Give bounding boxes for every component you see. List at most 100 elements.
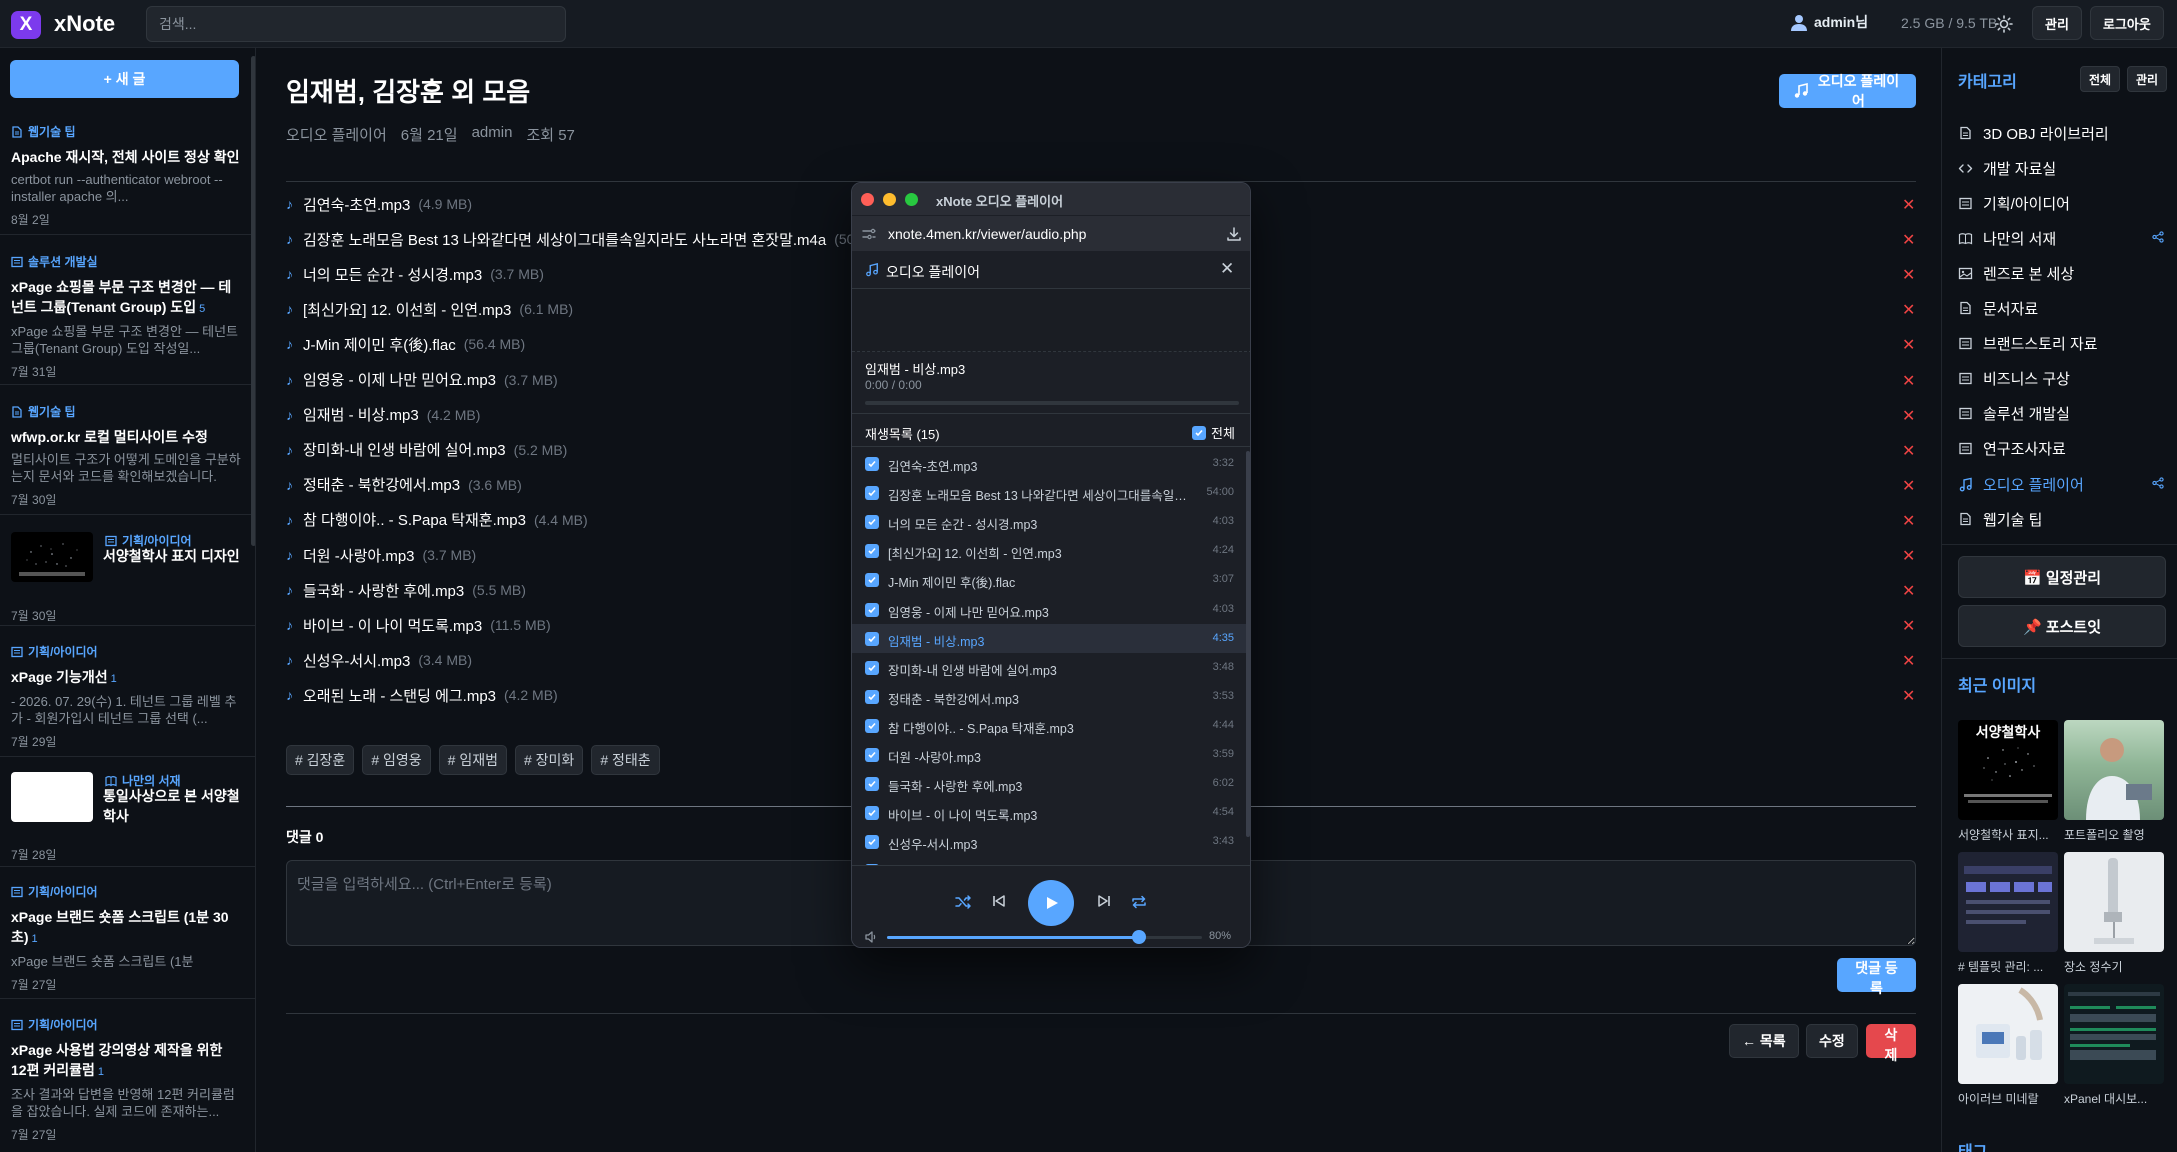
attachment-name[interactable]: 김연숙-초연.mp3 xyxy=(303,194,410,215)
post-category-link[interactable]: 오디오 플레이어 xyxy=(286,124,387,145)
window-maximize-dot[interactable] xyxy=(905,193,918,206)
volume-knob[interactable] xyxy=(1132,930,1146,944)
playlist-item[interactable]: 더원 -사랑아.mp3 3:59 xyxy=(852,740,1246,769)
logo-badge[interactable]: X xyxy=(11,11,41,39)
remove-attachment-icon[interactable]: ✕ xyxy=(1902,265,1915,285)
left-sidebar-scrollbar[interactable] xyxy=(251,56,255,546)
playlist-item[interactable]: 오래된 노래 - 스탠딩 에그.mp34:28 xyxy=(852,856,1246,865)
playlist-item[interactable]: 김장훈 노래모음 Best 13 나와같다면 세상이그대를속일지라도 사노라면 … xyxy=(852,478,1246,507)
tag-chip[interactable]: # 장미화 xyxy=(514,745,584,775)
category-item[interactable]: 나만의 서재 xyxy=(1958,226,2166,250)
open-audio-player-button[interactable]: 오디오 플레이어 xyxy=(1779,73,1916,109)
repeat-icon[interactable] xyxy=(1130,893,1148,911)
close-icon[interactable]: ✕ xyxy=(1220,259,1234,279)
attachment-name[interactable]: 장미화-내 인생 바람에 실어.mp3 xyxy=(303,439,506,460)
track-checkbox[interactable] xyxy=(865,660,879,675)
category-item[interactable]: 솔루션 개발실 xyxy=(1958,402,2166,426)
recent-image-card[interactable]: 장소 정수기 xyxy=(2064,852,2164,975)
category-item[interactable]: 기획/아이디어 xyxy=(1958,191,2166,215)
remove-attachment-icon[interactable]: ✕ xyxy=(1902,371,1915,391)
all-categories-button[interactable]: 전체 xyxy=(2080,66,2121,92)
recent-image-card[interactable]: 포트폴리오 촬영 xyxy=(2064,720,2164,843)
tag-chip[interactable]: # 김장훈 xyxy=(286,745,355,775)
track-checkbox[interactable] xyxy=(865,544,879,559)
category-item[interactable]: 비즈니스 구상 xyxy=(1958,367,2166,391)
logout-button[interactable]: 로그아웃 xyxy=(2090,6,2164,40)
playlist-item[interactable]: 김연숙-초연.mp3 3:32 xyxy=(852,449,1246,478)
remove-attachment-icon[interactable]: ✕ xyxy=(1902,406,1915,426)
post-list-item[interactable]: 나만의 서재 통일사상으로 본 서양철학사 7월 28일 xyxy=(11,772,241,862)
category-item[interactable]: 오디오 플레이어 xyxy=(1958,472,2166,496)
playlist-item[interactable]: 임영웅 - 이제 나만 믿어요.mp3 4:03 xyxy=(852,595,1246,624)
category-item[interactable]: 브랜드스토리 자료 xyxy=(1958,332,2166,356)
tag-chip[interactable]: # 정태춘 xyxy=(591,745,660,775)
playlist-item[interactable]: [최신가요] 12. 이선희 - 인연.mp3 4:24 xyxy=(852,536,1246,565)
window-titlebar[interactable]: xNote 오디오 플레이어 xyxy=(852,183,1250,215)
post-list-item[interactable]: 웹기술 팁 wfwp.or.kr 로컬 멀티사이트 수정 멀티사이트 구조가 어… xyxy=(11,403,241,508)
remove-attachment-icon[interactable]: ✕ xyxy=(1902,335,1915,355)
back-to-list-button[interactable]: ← 목록 xyxy=(1729,1024,1799,1058)
track-checkbox[interactable] xyxy=(865,748,879,762)
track-checkbox[interactable] xyxy=(865,835,879,850)
theme-toggle-icon[interactable] xyxy=(1990,10,2018,38)
new-post-button[interactable]: + 새 글 xyxy=(10,60,239,98)
app-name[interactable]: xNote xyxy=(54,11,115,37)
playlist-item[interactable]: 참 다행이야.. - S.Papa 탁재훈.mp3 4:44 xyxy=(852,711,1246,740)
window-minimize-dot[interactable] xyxy=(883,193,896,206)
select-all-checkbox[interactable]: 전체 xyxy=(1192,423,1235,442)
delete-button[interactable]: 삭제 xyxy=(1866,1024,1916,1063)
playlist-item[interactable]: 신성우-서시.mp3 3:43 xyxy=(852,827,1246,856)
attachment-name[interactable]: [최신가요] 12. 이선희 - 인연.mp3 xyxy=(303,299,511,320)
attachment-name[interactable]: 김장훈 노래모음 Best 13 나와같다면 세상이그대를속일지라도 사노라면 … xyxy=(303,229,826,250)
attachment-name[interactable]: 정태춘 - 북한강에서.mp3 xyxy=(303,474,460,495)
remove-attachment-icon[interactable]: ✕ xyxy=(1902,511,1915,531)
download-icon[interactable] xyxy=(1226,226,1242,242)
playlist-item[interactable]: 너의 모든 순간 - 성시경.mp3 4:03 xyxy=(852,507,1246,536)
play-button[interactable] xyxy=(1028,880,1074,926)
shuffle-icon[interactable] xyxy=(954,893,972,911)
user-menu[interactable]: admin님 xyxy=(1790,12,1868,32)
share-icon[interactable] xyxy=(2152,477,2164,489)
playlist-scrollbar[interactable] xyxy=(1246,451,1250,837)
category-item[interactable]: 연구조사자료 xyxy=(1958,437,2166,461)
attachment-name[interactable]: 신성우-서시.mp3 xyxy=(303,650,410,671)
tag-chip[interactable]: # 임재범 xyxy=(438,745,507,775)
remove-attachment-icon[interactable]: ✕ xyxy=(1902,441,1915,461)
next-track-icon[interactable] xyxy=(1096,893,1112,909)
previous-track-icon[interactable] xyxy=(991,893,1007,909)
track-checkbox[interactable] xyxy=(865,689,879,704)
playlist-item[interactable]: 들국화 - 사랑한 후에.mp3 6:02 xyxy=(852,769,1246,798)
search-input[interactable] xyxy=(146,6,566,42)
category-item[interactable]: 렌즈로 본 세상 xyxy=(1958,261,2166,285)
recent-image-card[interactable]: # 템플릿 관리: ... xyxy=(1958,852,2058,975)
tag-chip[interactable]: # 임영웅 xyxy=(362,745,431,775)
post-list-item[interactable]: 기획/아이디어 xPage 기능개선 1 - 2026. 07. 29(수) 1.… xyxy=(11,643,241,750)
progress-bar[interactable] xyxy=(865,401,1239,405)
attachment-name[interactable]: 더원 -사랑아.mp3 xyxy=(303,545,415,566)
category-item[interactable]: 문서자료 xyxy=(1958,297,2166,321)
share-icon[interactable] xyxy=(2152,231,2164,243)
playlist-item[interactable]: J-Min 제이민 후(後).flac 3:07 xyxy=(852,565,1246,594)
track-checkbox[interactable] xyxy=(865,457,879,471)
attachment-name[interactable]: 임영웅 - 이제 나만 믿어요.mp3 xyxy=(303,369,496,390)
track-checkbox[interactable] xyxy=(865,573,879,588)
post-list-item[interactable]: 기획/아이디어 xPage 사용법 강의영상 제작을 위한 12편 커리큘럼 1 … xyxy=(11,1016,241,1143)
remove-attachment-icon[interactable]: ✕ xyxy=(1902,651,1915,671)
remove-attachment-icon[interactable]: ✕ xyxy=(1902,195,1915,215)
volume-icon[interactable] xyxy=(864,930,878,944)
category-item[interactable]: 개발 자료실 xyxy=(1958,156,2166,180)
manage-categories-button[interactable]: 관리 xyxy=(2127,66,2168,92)
postit-button[interactable]: 📌 포스트잇 xyxy=(1958,605,2166,647)
admin-manage-button[interactable]: 관리 xyxy=(2032,6,2082,40)
track-checkbox[interactable] xyxy=(865,486,879,501)
attachment-name[interactable]: J-Min 제이민 후(後).flac xyxy=(303,334,456,355)
edit-button[interactable]: 수정 xyxy=(1806,1024,1858,1058)
post-list-item[interactable]: 웹기술 팁 Apache 재시작, 전체 사이트 정상 확인 certbot r… xyxy=(11,123,241,228)
attachment-name[interactable]: 오래된 노래 - 스탠딩 에그.mp3 xyxy=(303,685,496,706)
attachment-name[interactable]: 바이브 - 이 나이 먹도록.mp3 xyxy=(303,615,482,636)
track-checkbox[interactable] xyxy=(865,806,879,821)
comment-submit-button[interactable]: 댓글 등록 xyxy=(1837,958,1916,996)
site-settings-icon[interactable] xyxy=(862,227,876,241)
category-item[interactable]: 3D OBJ 라이브러리 xyxy=(1958,121,2166,145)
playlist-item[interactable]: 바이브 - 이 나이 먹도록.mp3 4:54 xyxy=(852,798,1246,827)
